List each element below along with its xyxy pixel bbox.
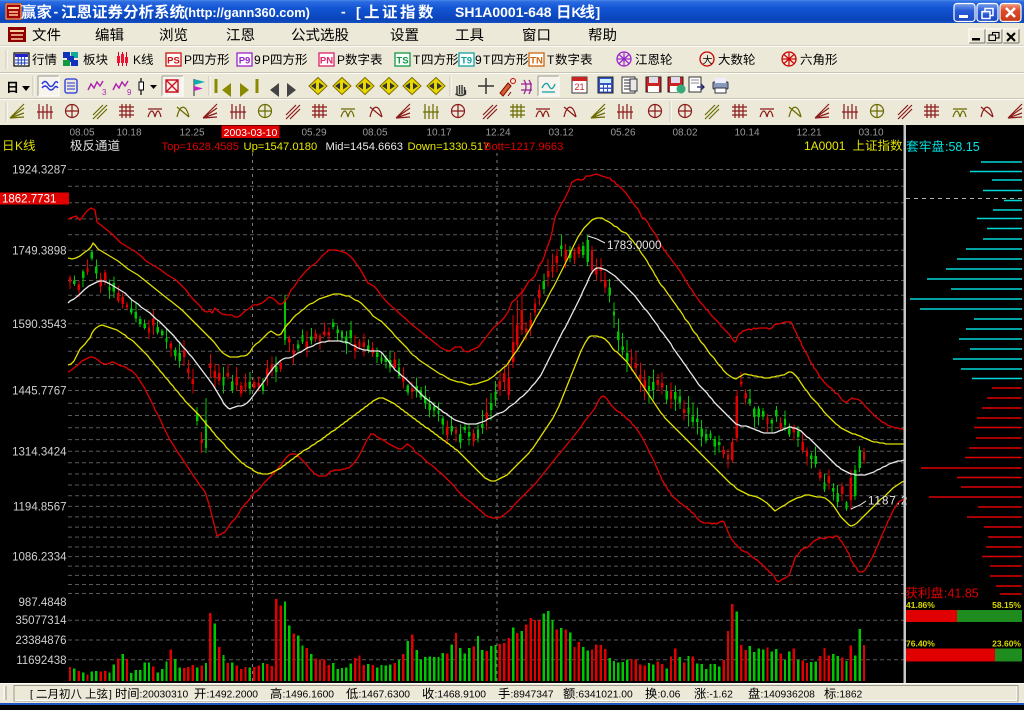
svg-text:P: P <box>337 53 345 67</box>
svg-text::-1.62: :-1.62 <box>707 690 734 701</box>
svg-text:1590.3543: 1590.3543 <box>12 319 66 331</box>
svg-text:1314.3424: 1314.3424 <box>12 446 67 458</box>
svg-text:P9: P9 <box>239 56 251 67</box>
svg-text:9: 9 <box>475 53 482 67</box>
svg-text:1A0001: 1A0001 <box>804 139 846 153</box>
svg-text::6341021.00: :6341021.00 <box>576 690 634 701</box>
svg-text:(http://gann360.com): (http://gann360.com) <box>184 5 310 20</box>
svg-text:58.15%: 58.15% <box>992 600 1021 610</box>
svg-text:K: K <box>133 53 141 67</box>
svg-text:K: K <box>572 5 582 20</box>
svg-text:3: 3 <box>102 88 107 97</box>
svg-text:10.18: 10.18 <box>116 128 141 139</box>
svg-text:12.24: 12.24 <box>485 128 510 139</box>
svg-text:SH1A0001-648: SH1A0001-648 <box>455 4 552 20</box>
svg-text::1862: :1862 <box>837 690 863 701</box>
svg-text:T: T <box>413 53 421 67</box>
svg-text:1187.2: 1187.2 <box>868 496 908 508</box>
svg-text:9: 9 <box>254 53 261 67</box>
svg-text:21: 21 <box>574 82 584 92</box>
svg-text:P: P <box>262 53 270 67</box>
svg-text:-: - <box>54 4 59 20</box>
svg-text:[: [ <box>356 4 361 20</box>
svg-text:03.12: 03.12 <box>548 128 573 139</box>
svg-text:Bott=1217.9663: Bott=1217.9663 <box>484 141 563 153</box>
svg-text::8947347: :8947347 <box>511 690 554 701</box>
svg-text:-: - <box>341 4 346 20</box>
svg-text:Up=1547.0180: Up=1547.0180 <box>244 141 318 153</box>
svg-text:Mid=1454.6663: Mid=1454.6663 <box>326 141 403 153</box>
svg-text:12.25: 12.25 <box>179 128 204 139</box>
svg-text::20030310: :20030310 <box>140 690 189 701</box>
svg-text:08.02: 08.02 <box>672 128 697 139</box>
svg-text:03.10: 03.10 <box>858 128 883 139</box>
svg-text:9: 9 <box>127 88 132 97</box>
svg-text:1862.7731: 1862.7731 <box>2 194 56 206</box>
svg-text:K: K <box>15 139 23 153</box>
svg-text::1468.9100: :1468.9100 <box>435 690 487 701</box>
svg-text:1194.8567: 1194.8567 <box>13 501 67 513</box>
svg-text:23.60%: 23.60% <box>992 639 1021 649</box>
svg-text:05.29: 05.29 <box>301 128 326 139</box>
svg-text:987.4848: 987.4848 <box>19 597 67 609</box>
svg-text:10.14: 10.14 <box>734 128 759 139</box>
svg-text:1086.2334: 1086.2334 <box>12 552 67 564</box>
svg-text:PS: PS <box>167 56 180 67</box>
svg-text:41.86%: 41.86% <box>906 600 935 610</box>
svg-text:T: T <box>483 53 491 67</box>
svg-text:1924.3287: 1924.3287 <box>12 165 66 177</box>
svg-text:TS: TS <box>396 56 408 67</box>
svg-text::1467.6300: :1467.6300 <box>359 690 411 701</box>
svg-text:08.05: 08.05 <box>69 128 94 139</box>
svg-text:2003-03-10: 2003-03-10 <box>224 127 278 139</box>
svg-text::140936208: :140936208 <box>761 690 816 701</box>
svg-text:P: P <box>184 53 192 67</box>
svg-text:23384876: 23384876 <box>15 635 66 647</box>
svg-text:05.26: 05.26 <box>610 128 635 139</box>
svg-text:1783.0000: 1783.0000 <box>607 240 661 252</box>
svg-text::1496.1600: :1496.1600 <box>283 690 335 701</box>
svg-text:TN: TN <box>530 56 543 67</box>
svg-text:35077314: 35077314 <box>15 615 67 627</box>
svg-text::0.06: :0.06 <box>658 690 681 701</box>
svg-text:]: ] <box>596 4 601 20</box>
svg-text:10.17: 10.17 <box>426 128 451 139</box>
svg-text:76.40%: 76.40% <box>906 639 935 649</box>
svg-text:Top=1628.4585: Top=1628.4585 <box>162 141 239 153</box>
svg-text:T: T <box>547 53 555 67</box>
svg-text:T9: T9 <box>461 56 472 67</box>
svg-text:12.21: 12.21 <box>796 128 821 139</box>
svg-text::58.15: :58.15 <box>945 140 980 154</box>
svg-text:]: ] <box>109 690 112 701</box>
svg-text:Down=1330.517: Down=1330.517 <box>408 141 490 153</box>
svg-text::1492.2000: :1492.2000 <box>207 690 259 701</box>
svg-text:11692438: 11692438 <box>16 655 66 667</box>
svg-text:1749.3898: 1749.3898 <box>12 245 66 257</box>
svg-text:[: [ <box>30 690 33 701</box>
svg-text::41.85: :41.85 <box>944 587 979 601</box>
svg-text:08.05: 08.05 <box>362 128 387 139</box>
svg-text:PN: PN <box>320 56 333 67</box>
svg-text:1445.7767: 1445.7767 <box>12 386 66 398</box>
